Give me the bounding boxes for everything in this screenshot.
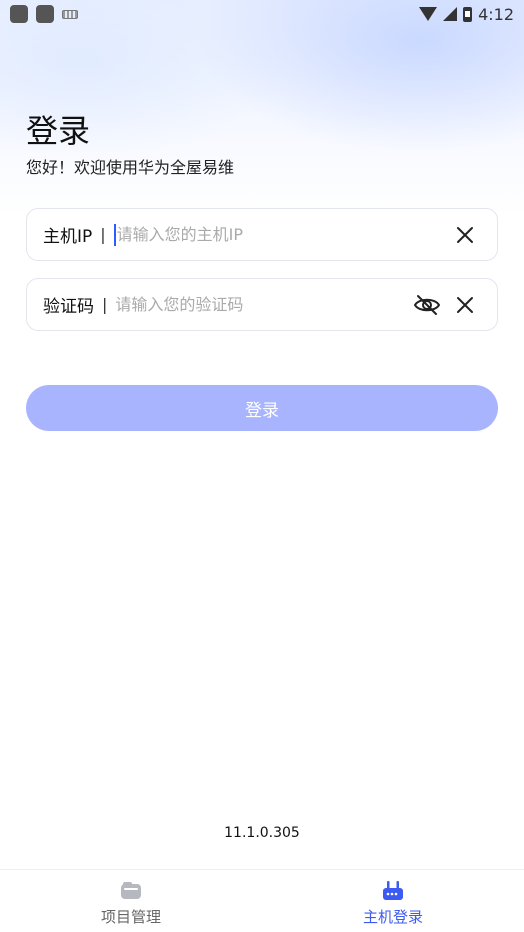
- text-cursor: [113, 223, 116, 246]
- host-ip-field[interactable]: 主机IP |: [26, 208, 498, 261]
- cell-signal-icon: [443, 7, 458, 21]
- host-ip-label: 主机IP: [43, 227, 93, 247]
- field-separator: |: [102, 295, 108, 314]
- tab-label: 项目管理: [100, 908, 161, 926]
- status-time: 4:12: [478, 4, 514, 24]
- tab-project-management[interactable]: 项目管理: [0, 870, 262, 932]
- clear-host-ip-button[interactable]: [449, 219, 481, 251]
- page-title: 登录: [26, 112, 91, 150]
- close-icon: [457, 296, 473, 313]
- code-input[interactable]: [115, 279, 411, 330]
- eye-off-icon: [413, 294, 441, 315]
- bottom-tab-bar: 项目管理 主机登录: [0, 869, 524, 932]
- status-bar-right: 4:12: [419, 5, 514, 24]
- close-icon: [457, 226, 473, 243]
- code-field[interactable]: 验证码 |: [26, 278, 498, 331]
- code-label: 验证码: [43, 297, 94, 317]
- folder-icon: [121, 882, 141, 899]
- battery-icon: [463, 6, 473, 22]
- app-notification-icon: [36, 5, 54, 23]
- router-icon: [383, 881, 403, 900]
- status-bar-left: [10, 5, 78, 23]
- wifi-icon: [419, 7, 438, 21]
- welcome-subtitle: 您好！欢迎使用华为全屋易维: [26, 158, 235, 177]
- host-ip-input[interactable]: [116, 209, 449, 260]
- login-button[interactable]: 登录: [26, 385, 498, 431]
- clear-code-button[interactable]: [449, 289, 481, 321]
- field-separator: |: [100, 225, 106, 244]
- status-bar: 4:12: [0, 0, 524, 28]
- tab-host-login[interactable]: 主机登录: [262, 870, 524, 932]
- app-notification-icon: [10, 5, 28, 23]
- toggle-visibility-button[interactable]: [411, 289, 443, 321]
- keyboard-icon: [62, 9, 78, 19]
- tab-label: 主机登录: [362, 908, 423, 926]
- app-version: 11.1.0.305: [224, 825, 300, 841]
